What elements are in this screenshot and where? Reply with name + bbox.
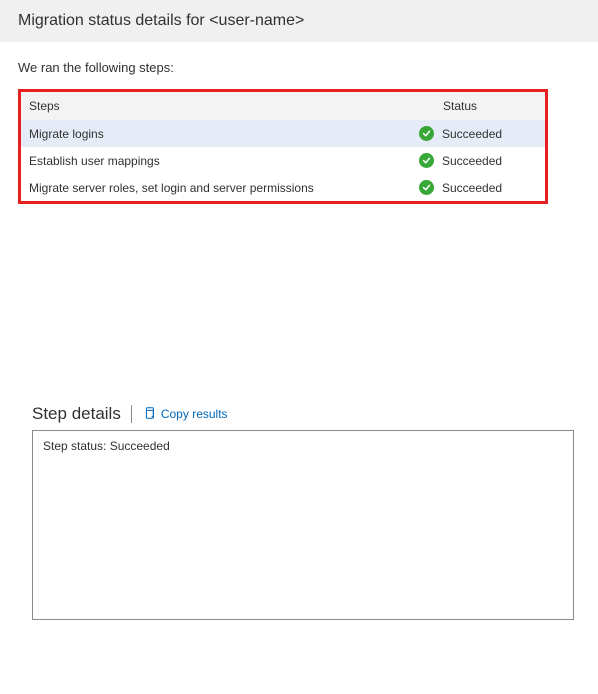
status-cell: Succeeded — [419, 153, 539, 168]
step-details-section: Step details Copy results Step status: S… — [18, 404, 588, 620]
step-details-title: Step details — [32, 404, 121, 424]
step-details-header: Step details Copy results — [32, 404, 574, 424]
steps-table-highlight: Steps Status Migrate logins Succeeded Es… — [18, 89, 548, 204]
success-icon — [419, 180, 434, 195]
column-header-status: Status — [419, 99, 539, 113]
status-text: Succeeded — [442, 154, 502, 168]
column-header-steps: Steps — [27, 99, 419, 113]
status-cell: Succeeded — [419, 126, 539, 141]
main-content: We ran the following steps: Steps Status… — [0, 42, 598, 630]
success-icon — [419, 126, 434, 141]
divider — [131, 405, 132, 423]
step-status-text: Step status: Succeeded — [43, 439, 170, 453]
step-name: Establish user mappings — [27, 154, 419, 168]
table-row[interactable]: Migrate server roles, set login and serv… — [21, 174, 545, 201]
intro-text: We ran the following steps: — [18, 60, 588, 75]
step-details-box: Step status: Succeeded — [32, 430, 574, 620]
copy-results-label: Copy results — [161, 407, 228, 421]
page-title-bar: Migration status details for <user-name> — [0, 0, 598, 42]
table-header-row: Steps Status — [21, 92, 545, 120]
status-text: Succeeded — [442, 181, 502, 195]
page-title: Migration status details for <user-name> — [18, 12, 304, 29]
step-name: Migrate server roles, set login and serv… — [27, 181, 419, 195]
copy-results-button[interactable]: Copy results — [142, 406, 228, 423]
status-text: Succeeded — [442, 127, 502, 141]
step-name: Migrate logins — [27, 127, 419, 141]
table-row[interactable]: Migrate logins Succeeded — [21, 120, 545, 147]
success-icon — [419, 153, 434, 168]
copy-icon — [142, 406, 156, 423]
status-cell: Succeeded — [419, 180, 539, 195]
table-row[interactable]: Establish user mappings Succeeded — [21, 147, 545, 174]
